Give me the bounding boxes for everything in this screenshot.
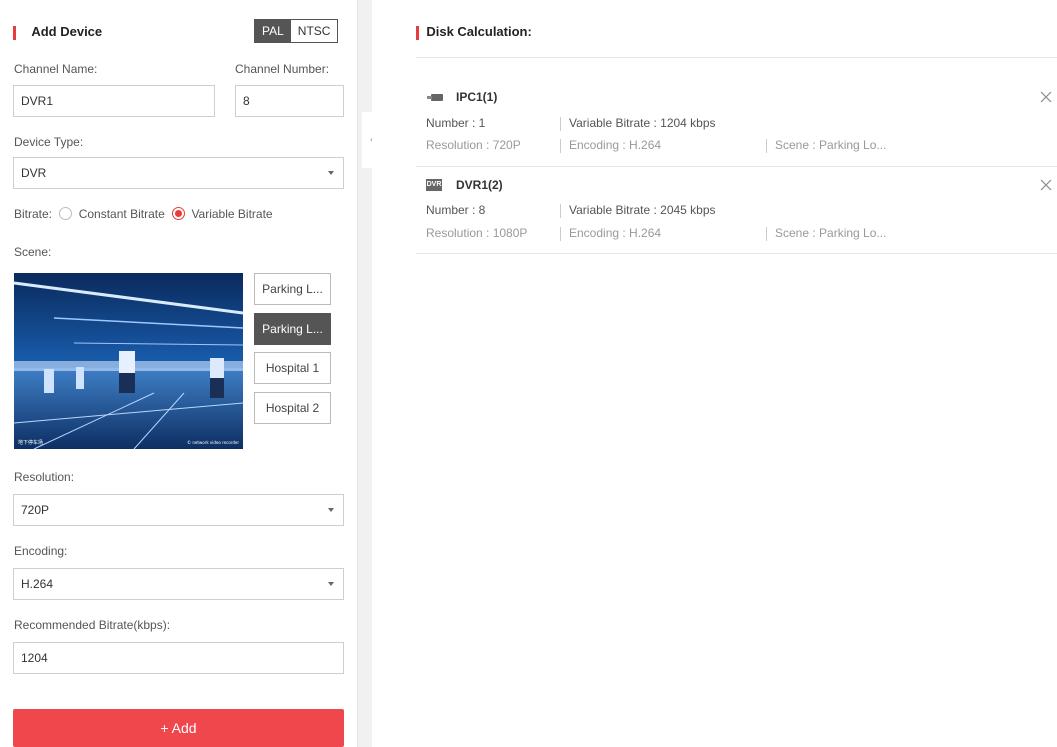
- scene-preview-image: 地下停车场 © network video recorder: [14, 273, 243, 449]
- recommended-bitrate-input[interactable]: 1204: [13, 642, 344, 674]
- add-device-panel: Add Device PAL NTSC Channel Name: Channe…: [0, 0, 358, 747]
- device-resolution: Resolution : 1080P: [426, 226, 528, 240]
- dvr-icon: DVR: [426, 179, 442, 191]
- resolution-label: Resolution:: [14, 470, 75, 484]
- chevron-down-icon: [328, 171, 334, 175]
- row-divider: [416, 166, 1057, 167]
- separator: [560, 139, 561, 153]
- channel-number-input[interactable]: 8: [235, 85, 344, 117]
- device-type-value: DVR: [21, 166, 47, 180]
- chevron-down-icon: [328, 582, 334, 586]
- device-encoding: Encoding : H.264: [569, 138, 662, 152]
- add-device-button[interactable]: + Add: [13, 709, 344, 747]
- resolution-value: 720P: [21, 503, 50, 517]
- parking-lot-picture: 地下停车场 © network video recorder: [14, 273, 243, 449]
- device-type-select[interactable]: DVR: [13, 157, 344, 189]
- ipc-camera-icon: [425, 92, 445, 104]
- separator: [560, 204, 561, 218]
- device-number: Number : 8: [426, 203, 486, 217]
- close-icon[interactable]: [1039, 90, 1053, 104]
- section-marker: [13, 25, 16, 40]
- scene-option-2[interactable]: Parking L...: [254, 313, 331, 345]
- scene-option-1[interactable]: Parking L...: [254, 273, 331, 305]
- device-encoding: Encoding : H.264: [569, 226, 662, 240]
- resolution-select[interactable]: 720P: [13, 494, 344, 526]
- disk-calculation-header: Disk Calculation:: [416, 24, 532, 40]
- row-divider: [416, 253, 1057, 254]
- encoding-value: H.264: [21, 577, 54, 591]
- separator: [560, 117, 561, 131]
- scene-option-3[interactable]: Hospital 1: [254, 352, 331, 384]
- variable-bitrate-label[interactable]: Variable Bitrate: [191, 207, 272, 221]
- scene-label: Scene:: [14, 245, 52, 259]
- bitrate-row: Bitrate: Constant Bitrate Variable Bitra…: [14, 207, 273, 221]
- device-bitrate: Variable Bitrate : 1204 kbps: [569, 116, 716, 130]
- device-bitrate: Variable Bitrate : 2045 kbps: [569, 203, 716, 217]
- add-device-title: Add Device: [31, 24, 103, 39]
- section-marker: [416, 25, 419, 40]
- channel-name-input[interactable]: DVR1: [13, 85, 215, 117]
- device-scene: Scene : Parking Lo...: [775, 138, 887, 152]
- separator: [766, 227, 767, 241]
- constant-bitrate-radio[interactable]: [59, 207, 73, 220]
- bitrate-label: Bitrate:: [14, 207, 53, 221]
- video-standard-toggle: PAL NTSC: [254, 19, 339, 43]
- add-device-header: Add Device: [13, 24, 102, 40]
- ntsc-button[interactable]: NTSC: [290, 20, 338, 42]
- device-scene: Scene : Parking Lo...: [775, 226, 887, 240]
- disk-calculation-panel: [372, 0, 1057, 747]
- separator: [766, 139, 767, 153]
- constant-bitrate-label[interactable]: Constant Bitrate: [79, 207, 165, 221]
- chevron-down-icon: [328, 508, 334, 512]
- scene-option-4[interactable]: Hospital 2: [254, 392, 331, 424]
- encoding-label: Encoding:: [14, 544, 68, 558]
- pal-button[interactable]: PAL: [255, 20, 291, 42]
- header-divider: [416, 57, 1057, 58]
- close-icon[interactable]: [1039, 178, 1053, 192]
- device-type-label: Device Type:: [14, 135, 84, 149]
- recommended-bitrate-label: Recommended Bitrate(kbps):: [14, 618, 171, 632]
- image-caption-right: © network video recorder: [187, 440, 239, 445]
- separator: [560, 227, 561, 241]
- device-name: IPC1(1): [456, 90, 498, 104]
- variable-bitrate-radio[interactable]: [172, 207, 186, 220]
- device-name: DVR1(2): [456, 178, 503, 192]
- channel-name-label: Channel Name:: [14, 62, 98, 76]
- image-caption-left: 地下停车场: [18, 439, 43, 446]
- channel-number-label: Channel Number:: [235, 62, 330, 76]
- disk-calculation-title: Disk Calculation:: [426, 24, 532, 39]
- device-resolution: Resolution : 720P: [426, 138, 521, 152]
- encoding-select[interactable]: H.264: [13, 568, 344, 600]
- device-number: Number : 1: [426, 116, 486, 130]
